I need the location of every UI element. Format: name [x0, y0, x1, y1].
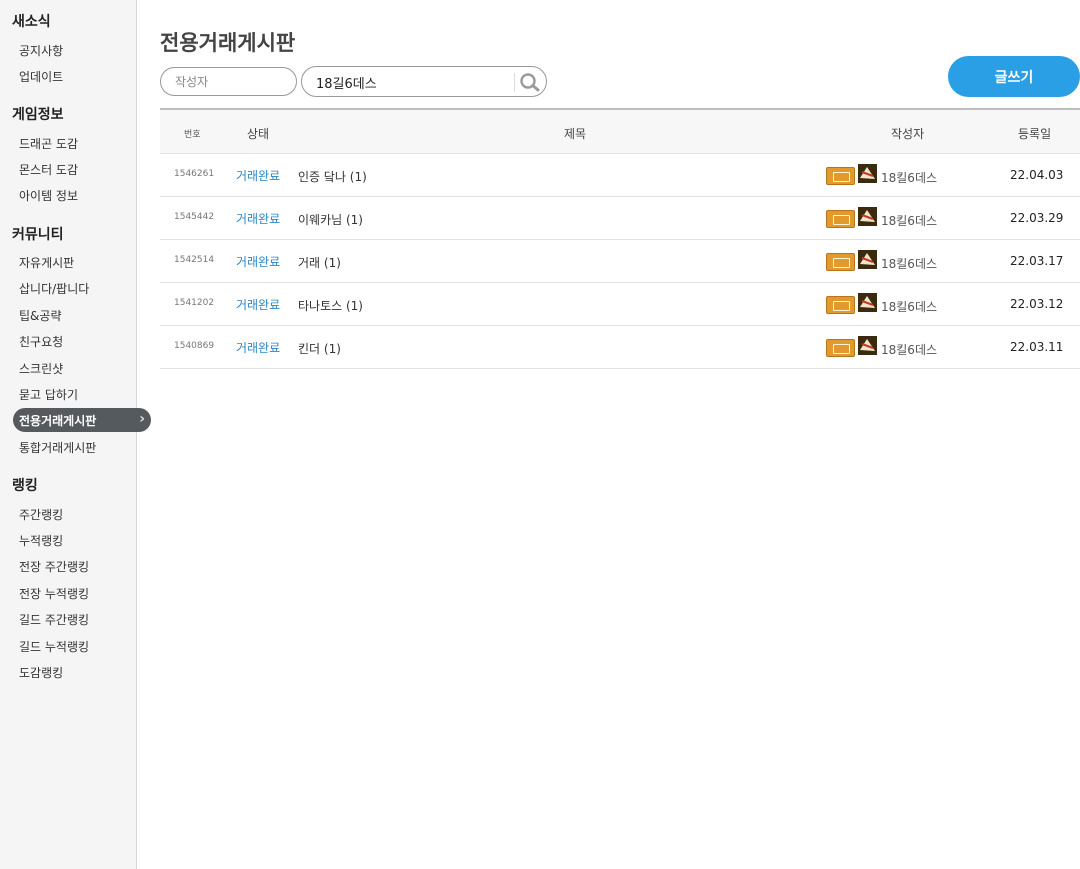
sidebar-item-screenshot[interactable]: 스크린샷: [19, 360, 63, 377]
post-number: 1545442: [174, 212, 215, 222]
level-badge-icon: [826, 210, 855, 228]
sidebar-item-buy-sell[interactable]: 삽니다/팝니다: [19, 280, 89, 297]
sidebar-item-free-board[interactable]: 자유게시판: [19, 254, 74, 271]
author-name[interactable]: 18킬6데스: [881, 169, 937, 186]
page-title: 전용거래게시판: [160, 31, 296, 55]
post-date: 22.03.11: [1010, 340, 1064, 354]
table-row: 1541202 거래완료 타나토스 (1) 18킬6데스 22.03.12: [160, 283, 1080, 326]
author-name[interactable]: 18킬6데스: [881, 298, 937, 315]
level-badge-icon: [826, 167, 855, 185]
author-filter-label: 작성자: [175, 75, 209, 89]
status-link[interactable]: 거래완료: [236, 296, 280, 313]
sidebar-item-item-info[interactable]: 아이템 정보: [19, 187, 78, 204]
sidebar-group-ranking: 랭킹: [12, 478, 38, 494]
header-date: 등록일: [1018, 127, 1052, 141]
sidebar-group-game-info: 게임정보: [12, 107, 64, 123]
trade-table: 번호 상태 제목 작성자 등록일 1546261 거래완료 인증 닼나 (1) …: [160, 108, 1080, 369]
search-divider: [514, 73, 515, 92]
guild-emblem-icon: [858, 164, 877, 183]
post-date: 22.03.17: [1010, 254, 1064, 268]
post-number: 1542514: [174, 255, 215, 265]
sidebar-item-label: 전용거래게시판: [19, 414, 97, 428]
header-status: 상태: [247, 127, 270, 141]
author-name[interactable]: 18킬6데스: [881, 341, 937, 358]
search-box: [301, 66, 547, 97]
level-badge-icon: [826, 339, 855, 357]
table-row: 1546261 거래완료 인증 닼나 (1) 18킬6데스 22.04.03: [160, 154, 1080, 197]
sidebar-item-dedicated-trade[interactable]: 전용거래게시판 ›: [13, 408, 151, 432]
sidebar-group-news: 새소식: [12, 14, 51, 30]
table-row: 1542514 거래완료 거래 (1) 18킬6데스 22.03.17: [160, 240, 1080, 283]
sidebar: 새소식 공지사항 업데이트 게임정보 드래곤 도감 몬스터 도감 아이템 정보 …: [0, 0, 151, 869]
status-link[interactable]: 거래완료: [236, 167, 280, 184]
guild-emblem-icon: [858, 207, 877, 226]
table-header: 번호 상태 제목 작성자 등록일: [160, 110, 1080, 154]
status-link[interactable]: 거래완료: [236, 339, 280, 356]
post-number: 1541202: [174, 298, 215, 308]
sidebar-item-weekly-ranking[interactable]: 주간랭킹: [19, 506, 63, 523]
post-number: 1540869: [174, 341, 215, 351]
post-number: 1546261: [174, 169, 215, 179]
post-title-link[interactable]: 타나토스 (1): [298, 297, 363, 314]
post-title-link[interactable]: 인증 닼나 (1): [298, 168, 367, 185]
write-button[interactable]: 글쓰기: [948, 56, 1080, 97]
sidebar-item-battle-weekly[interactable]: 전장 주간랭킹: [19, 558, 89, 575]
guild-emblem-icon: [858, 293, 877, 312]
sidebar-item-notice[interactable]: 공지사항: [19, 42, 63, 59]
sidebar-item-collection-ranking[interactable]: 도감랭킹: [19, 664, 63, 681]
guild-emblem-icon: [858, 336, 877, 355]
header-num: 번호: [184, 130, 201, 140]
sidebar-item-guild-weekly[interactable]: 길드 주간랭킹: [19, 611, 89, 628]
post-title-link[interactable]: 킨더 (1): [298, 340, 341, 357]
sidebar-item-guild-total[interactable]: 길드 누적랭킹: [19, 638, 89, 655]
sidebar-item-qna[interactable]: 묻고 답하기: [19, 386, 78, 403]
level-badge-icon: [826, 253, 855, 271]
table-row: 1540869 거래완료 킨더 (1) 18킬6데스 22.03.11: [160, 326, 1080, 369]
level-badge-icon: [826, 296, 855, 314]
post-date: 22.04.03: [1010, 168, 1064, 182]
search-button[interactable]: [516, 70, 544, 94]
status-link[interactable]: 거래완료: [236, 210, 280, 227]
author-name[interactable]: 18킬6데스: [881, 212, 937, 229]
header-title: 제목: [564, 127, 587, 141]
header-author: 작성자: [891, 127, 925, 141]
post-title-link[interactable]: 거래 (1): [298, 254, 341, 271]
sidebar-item-total-ranking[interactable]: 누적랭킹: [19, 532, 63, 549]
sidebar-item-monster-book[interactable]: 몬스터 도감: [19, 161, 78, 178]
author-filter-select[interactable]: 작성자: [160, 67, 297, 96]
sidebar-item-tips[interactable]: 팁&공략: [19, 307, 61, 324]
sidebar-item-update[interactable]: 업데이트: [19, 68, 63, 85]
post-date: 22.03.12: [1010, 297, 1064, 311]
search-input[interactable]: [316, 72, 511, 92]
search-icon: [520, 73, 540, 92]
author-name[interactable]: 18킬6데스: [881, 255, 937, 272]
table-row: 1545442 거래완료 이웨카님 (1) 18킬6데스 22.03.29: [160, 197, 1080, 240]
sidebar-item-battle-total[interactable]: 전장 누적랭킹: [19, 585, 89, 602]
chevron-right-icon: ›: [139, 411, 145, 427]
sidebar-item-dragon-book[interactable]: 드래곤 도감: [19, 135, 78, 152]
sidebar-item-friend-request[interactable]: 친구요청: [19, 333, 63, 350]
status-link[interactable]: 거래완료: [236, 253, 280, 270]
sidebar-group-community: 커뮤니티: [12, 227, 64, 243]
post-date: 22.03.29: [1010, 211, 1064, 225]
sidebar-item-integrated-trade[interactable]: 통합거래게시판: [19, 439, 96, 456]
post-title-link[interactable]: 이웨카님 (1): [298, 211, 363, 228]
guild-emblem-icon: [858, 250, 877, 269]
